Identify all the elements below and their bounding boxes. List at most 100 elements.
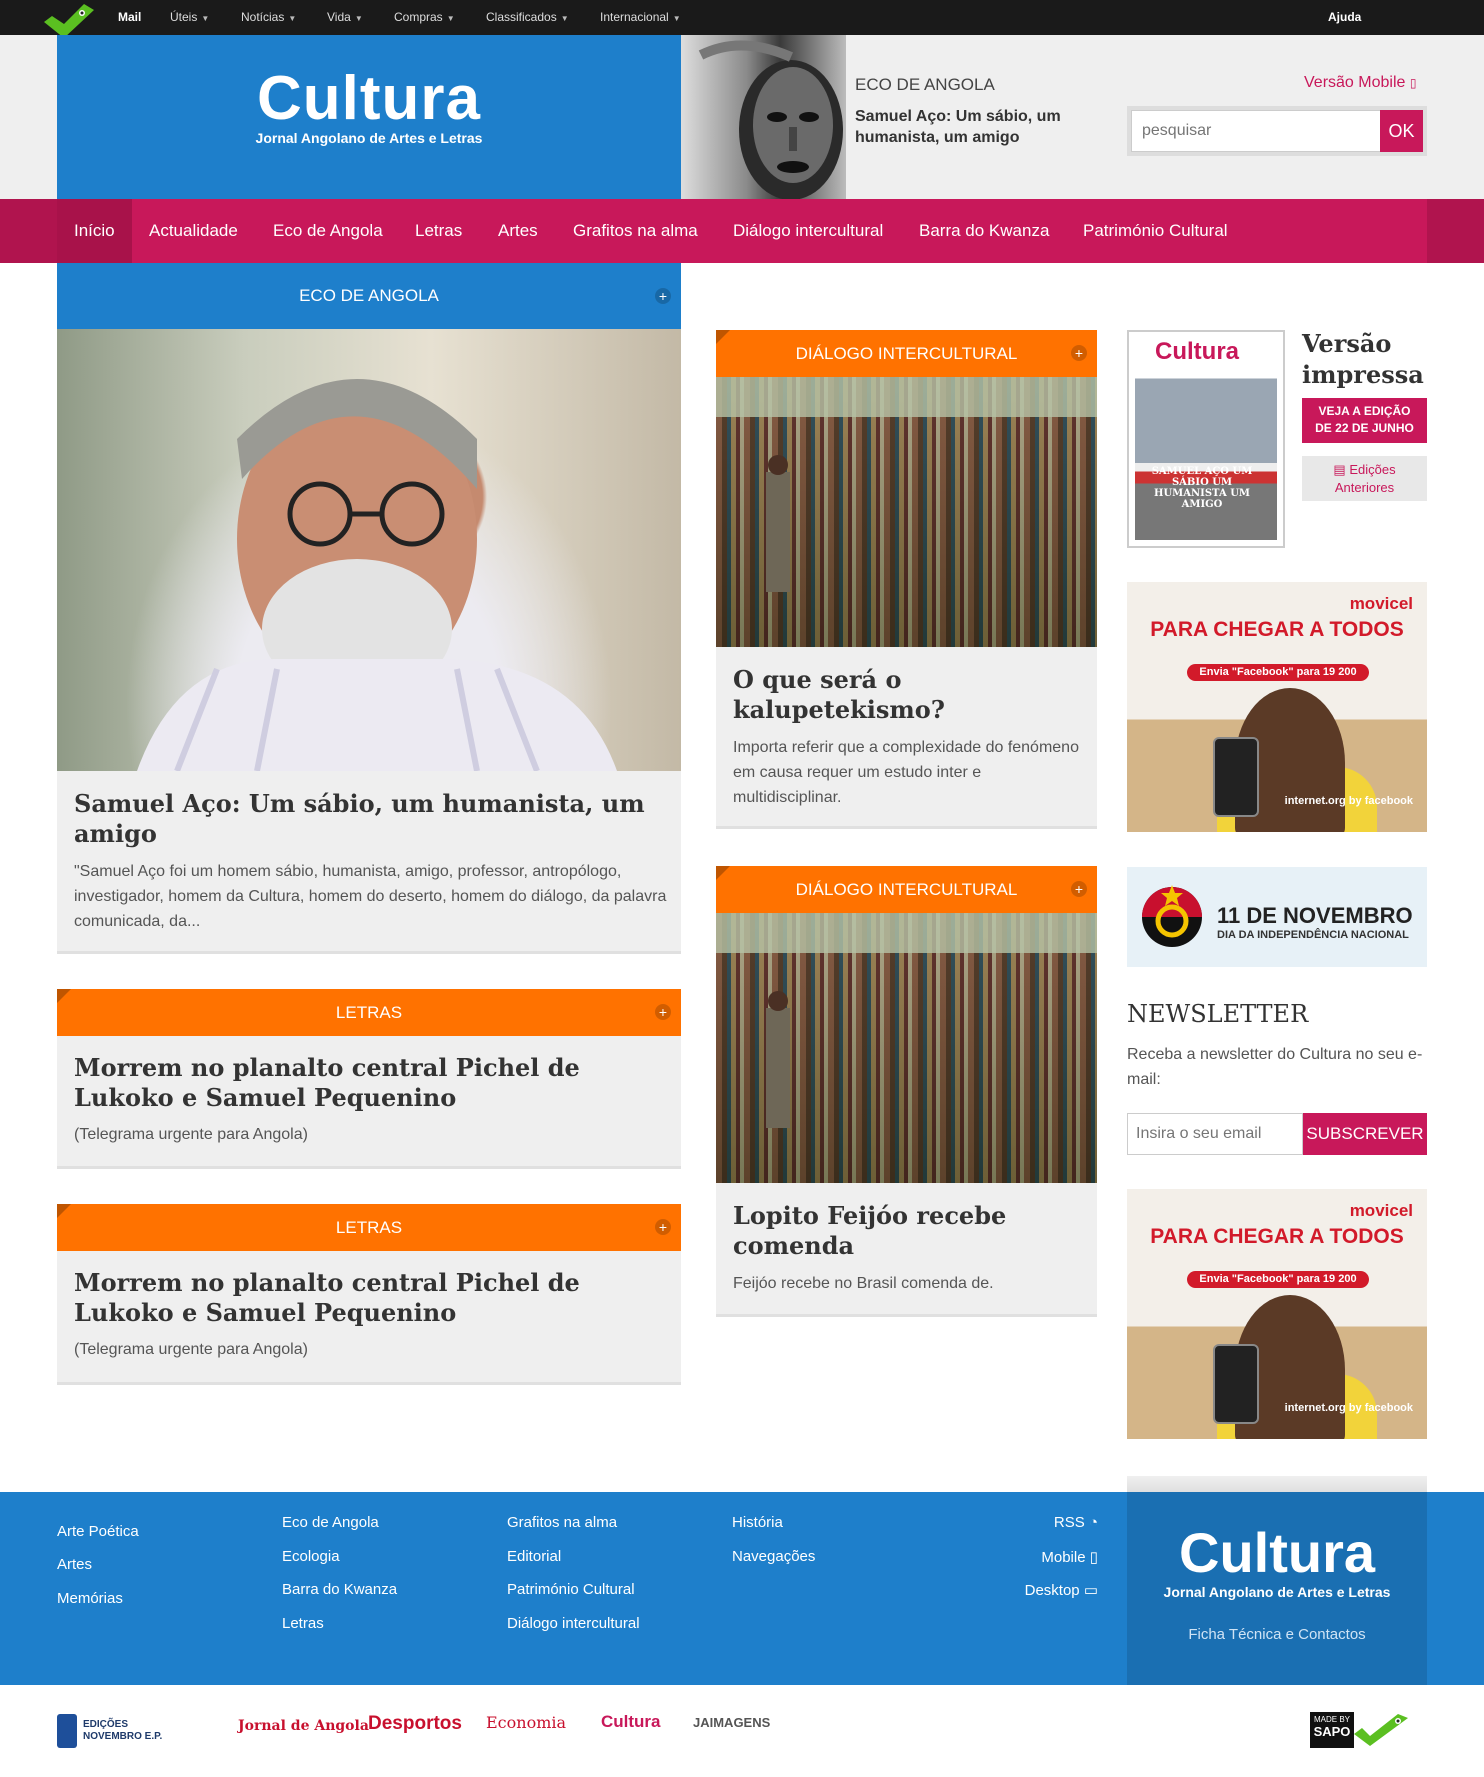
newspaper-icon: ▤ — [1333, 462, 1346, 477]
section-header-label: DIÁLOGO INTERCULTURAL — [795, 344, 1018, 363]
corner-decoration — [716, 330, 730, 344]
article-title-link[interactable]: Lopito Feijóo recebe comenda — [733, 1201, 1073, 1261]
article-title-link[interactable]: Samuel Aço: Um sábio, um humanista, um a… — [74, 789, 664, 849]
footer-link[interactable]: Editorial — [507, 1548, 561, 1565]
movicel-ad-banner[interactable]: movicel PARA CHEGAR A TODOS Envia "Faceb… — [1127, 1189, 1427, 1439]
section-header-label: LETRAS — [335, 1003, 403, 1022]
footer-link[interactable]: Grafitos na alma — [507, 1514, 617, 1531]
search-input[interactable] — [1131, 110, 1381, 152]
view-edition-button[interactable]: VEJA A EDIÇÃO DE 22 DE JUNHO — [1302, 398, 1427, 443]
footer-link[interactable]: Navegações — [732, 1548, 815, 1565]
article-title-link[interactable]: Morrem no planalto central Pichel de Luk… — [74, 1268, 664, 1328]
article-card-main: Samuel Aço: Um sábio, um humanista, um a… — [57, 771, 681, 954]
section-header-dialogo[interactable]: DIÁLOGO INTERCULTURAL + — [716, 866, 1097, 913]
plus-circle-icon[interactable]: + — [655, 1219, 671, 1235]
newsletter-email-input[interactable] — [1127, 1113, 1303, 1155]
footer-link[interactable]: Ecologia — [282, 1548, 340, 1565]
phone-icon — [1213, 737, 1259, 817]
nav-item-barra-do-kwanza[interactable]: Barra do Kwanza — [902, 199, 1066, 263]
footer-link[interactable]: História — [732, 1514, 783, 1531]
economia-financas-logo[interactable]: Economia — [486, 1713, 566, 1732]
footer-link[interactable]: Letras — [282, 1615, 324, 1632]
nav-item-eco-de-angola[interactable]: Eco de Angola — [256, 199, 400, 263]
ad-headline: PARA CHEGAR A TODOS — [1150, 618, 1404, 641]
footer-desktop-link[interactable]: Desktop ▭ — [990, 1581, 1098, 1599]
subscribe-button[interactable]: SUBSCREVER — [1303, 1113, 1427, 1155]
sapo-label: SAPO — [1313, 1724, 1351, 1739]
top-menu-vida[interactable]: Vida ▼ — [327, 10, 363, 24]
footer-link[interactable]: Eco de Angola — [282, 1514, 379, 1531]
footer-link[interactable]: Diálogo intercultural — [507, 1615, 640, 1632]
mobile-version-label: Versão Mobile — [1304, 74, 1406, 91]
section-header-letras[interactable]: LETRAS + — [57, 989, 681, 1036]
footer-link[interactable]: Artes — [57, 1556, 92, 1573]
banner-title: 11 DE NOVEMBRO — [1217, 903, 1413, 928]
top-menu-label: Notícias — [241, 10, 285, 24]
top-menu-classificados[interactable]: Classificados ▼ — [486, 10, 569, 24]
edicoes-novembro-logo[interactable]: EDIÇÕES NOVEMBRO E.P. — [57, 1714, 179, 1748]
featured-mask-image[interactable] — [681, 35, 846, 199]
section-header-label: LETRAS — [335, 1218, 403, 1237]
plus-circle-icon[interactable]: + — [1071, 881, 1087, 897]
footer-rss-link[interactable]: RSS ◔ — [1020, 1514, 1098, 1531]
article-image-crowd[interactable] — [716, 377, 1097, 647]
featured-headline-link[interactable]: Samuel Aço: Um sábio, um humanista, um a… — [855, 106, 1085, 148]
nav-item-dialogo[interactable]: Diálogo intercultural — [716, 199, 900, 263]
top-menu-label: Classificados — [486, 10, 557, 24]
footer-logo-name[interactable]: Cultura — [1127, 1520, 1427, 1585]
jornal-de-angola-logo[interactable]: Jornal de Angola — [238, 1718, 369, 1734]
previous-editions-button[interactable]: ▤ Edições Anteriores — [1302, 456, 1427, 501]
top-menu-internacional[interactable]: Internacional ▼ — [600, 10, 681, 24]
print-edition-cover[interactable]: Cultura SAMUEL AÇO UM SÁBIO UM HUMANISTA… — [1127, 330, 1285, 548]
nav-item-artes[interactable]: Artes — [481, 199, 555, 263]
nav-item-grafitos[interactable]: Grafitos na alma — [556, 199, 715, 263]
corner-decoration — [57, 989, 71, 1003]
edicoes-novembro-label: EDIÇÕES NOVEMBRO E.P. — [83, 1719, 163, 1742]
made-by-sapo-logo[interactable]: MADE BY SAPO — [1310, 1712, 1410, 1748]
cultura-logo[interactable]: Cultura — [601, 1712, 661, 1732]
jornal-desportos-logo[interactable]: Desportos — [368, 1713, 462, 1735]
article-title-link[interactable]: Morrem no planalto central Pichel de Luk… — [74, 1053, 664, 1113]
nav-item-patrimonio[interactable]: Património Cultural — [1066, 199, 1245, 263]
footer-link[interactable]: Património Cultural — [507, 1581, 635, 1598]
nav-item-actualidade[interactable]: Actualidade — [132, 199, 255, 263]
article-excerpt: (Telegrama urgente para Angola) — [74, 1126, 308, 1143]
nav-item-inicio[interactable]: Início — [57, 199, 132, 263]
footer-link[interactable]: Arte Poética — [57, 1523, 139, 1540]
independence-day-banner[interactable]: 11 DE NOVEMBRO DIA DA INDEPENDÊNCIA NACI… — [1127, 867, 1427, 967]
featured-section-label: ECO DE ANGOLA — [855, 75, 995, 94]
footer-contacts-link[interactable]: Ficha Técnica e Contactos — [1127, 1626, 1427, 1643]
section-header-letras[interactable]: LETRAS + — [57, 1204, 681, 1251]
section-header-dialogo[interactable]: DIÁLOGO INTERCULTURAL + — [716, 330, 1097, 377]
plus-circle-icon[interactable]: + — [655, 288, 671, 304]
search-button[interactable]: OK — [1380, 110, 1423, 152]
print-cover-title: Cultura — [1155, 338, 1239, 365]
footer-logo-tagline: Jornal Angolano de Artes e Letras — [1163, 1584, 1391, 1600]
article-excerpt: Feijóo recebe no Brasil comenda de. — [733, 1275, 994, 1292]
footer-mobile-link[interactable]: Mobile ▯ — [1000, 1548, 1098, 1566]
plus-circle-icon[interactable]: + — [655, 1004, 671, 1020]
article-excerpt: "Samuel Aço foi um homem sábio, humanist… — [74, 863, 667, 930]
nav-item-letras[interactable]: Letras — [398, 199, 479, 263]
section-header-eco-de-angola[interactable]: ECO DE ANGOLA + — [57, 263, 681, 329]
top-menu-compras[interactable]: Compras ▼ — [394, 10, 455, 24]
article-title-link[interactable]: O que será o kalupetekismo? — [733, 665, 1073, 725]
top-mail-link[interactable]: Mail — [118, 10, 141, 24]
top-menu-noticias[interactable]: Notícias ▼ — [241, 10, 296, 24]
mobile-version-link[interactable]: Versão Mobile ▯ — [1304, 74, 1416, 92]
corner-decoration — [716, 866, 730, 880]
article-image-samuel-aco[interactable] — [57, 329, 681, 773]
sapo-logo-icon[interactable] — [44, 4, 96, 38]
jaimagens-logo[interactable]: JAIMAGENS — [693, 1715, 770, 1730]
footer-link[interactable]: Memórias — [57, 1590, 123, 1607]
footer-link-label: Desktop — [1024, 1582, 1080, 1599]
movicel-ad-banner[interactable]: movicel PARA CHEGAR A TODOS Envia "Faceb… — [1127, 582, 1427, 832]
plus-circle-icon[interactable]: + — [1071, 345, 1087, 361]
top-menu-uteis[interactable]: Úteis ▼ — [170, 10, 209, 24]
top-help-link[interactable]: Ajuda — [1328, 10, 1361, 24]
print-edition-title: Versão impressa — [1302, 329, 1424, 389]
footer-link[interactable]: Barra do Kwanza — [282, 1581, 397, 1598]
article-image-crowd[interactable] — [716, 913, 1097, 1183]
site-logo[interactable]: Cultura Jornal Angolano de Artes e Letra… — [57, 35, 681, 199]
top-menu-label: Internacional — [600, 10, 669, 24]
